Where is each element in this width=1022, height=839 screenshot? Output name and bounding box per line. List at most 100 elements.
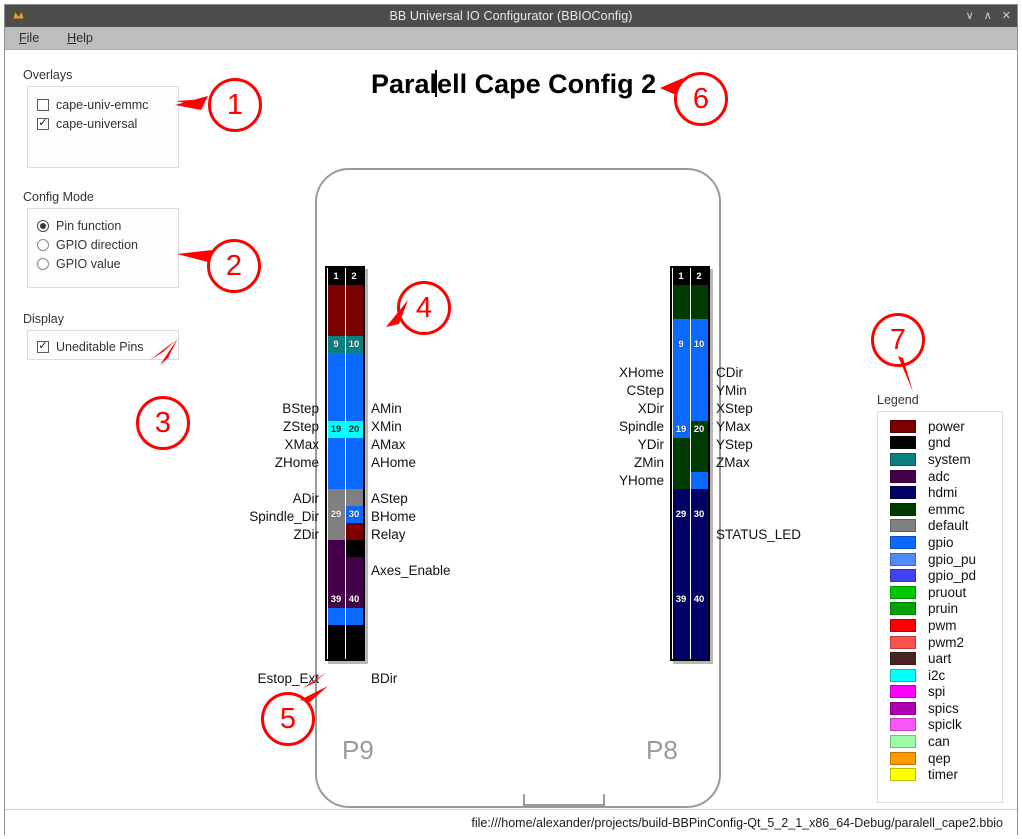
pin-cell-left[interactable] [327,523,345,540]
pin-row[interactable] [327,302,363,319]
pin-cell-right[interactable] [690,404,708,421]
pin-cell-left[interactable]: 19 [672,421,690,438]
pin-cell-right[interactable]: 20 [690,421,708,438]
pin-row[interactable]: 29 30 [672,506,708,523]
pin-cell-right[interactable] [345,319,363,336]
pin-cell-left[interactable]: 1 [327,268,345,285]
minimize-icon[interactable]: ∨ [966,10,974,22]
pin-cell-left[interactable] [672,489,690,506]
pin-cell-right[interactable] [345,489,363,506]
display-item-uneditable-pins[interactable]: ✓ Uneditable Pins [28,337,178,356]
pin-row[interactable] [672,370,708,387]
checkbox-cape-universal[interactable]: ✓ [37,117,49,130]
pin-cell-left[interactable]: 9 [327,336,345,353]
pin-cell-right[interactable] [690,455,708,472]
pin-cell-left[interactable] [672,455,690,472]
pin-row[interactable]: 19 20 [672,421,708,438]
pin-cell-right[interactable] [690,387,708,404]
pin-cell-left[interactable] [672,387,690,404]
pin-cell-left[interactable] [327,557,345,574]
pin-row[interactable] [672,608,708,625]
close-icon[interactable]: ✕ [1002,10,1011,22]
pin-cell-left[interactable] [327,489,345,506]
pin-row[interactable] [327,625,363,642]
pin-cell-left[interactable] [672,319,690,336]
radio-item-pin-function[interactable]: Pin function [28,216,178,235]
pin-row[interactable] [327,574,363,591]
pin-row[interactable] [327,642,363,659]
pin-cell-left[interactable] [672,353,690,370]
checkbox-uneditable-pins[interactable]: ✓ [37,340,49,353]
radio-gpio-value[interactable] [37,257,49,270]
pin-cell-right[interactable] [690,472,708,489]
pin-cell-right[interactable]: 2 [690,268,708,285]
pin-row[interactable]: 12 [672,268,708,285]
pin-cell-left[interactable]: 1 [672,268,690,285]
maximize-icon[interactable]: ∧ [984,10,992,22]
pin-cell-right[interactable] [690,557,708,574]
pin-row[interactable] [327,489,363,506]
pin-cell-right[interactable]: 2 [345,268,363,285]
pin-cell-left[interactable] [327,302,345,319]
pin-cell-right[interactable] [345,608,363,625]
pin-row[interactable] [672,319,708,336]
pin-cell-left[interactable]: 39 [327,591,345,608]
pin-cell-left[interactable] [672,404,690,421]
pin-row[interactable] [672,455,708,472]
pin-cell-right[interactable] [690,353,708,370]
pin-cell-right[interactable] [690,438,708,455]
pin-row[interactable]: 29 30 [327,506,363,523]
pin-row[interactable] [327,523,363,540]
checkbox-cape-univ-emmc[interactable] [37,98,49,111]
pin-row[interactable] [672,540,708,557]
pin-cell-right[interactable] [345,642,363,659]
pin-cell-right[interactable] [345,557,363,574]
pin-cell-left[interactable]: 29 [672,506,690,523]
pin-cell-left[interactable] [672,438,690,455]
overlay-item-cape-univ-emmc[interactable]: cape-univ-emmc [28,95,178,114]
pin-cell-right[interactable] [345,285,363,302]
pin-cell-right[interactable] [345,574,363,591]
pin-cell-right[interactable] [345,540,363,557]
pin-cell-left[interactable] [672,574,690,591]
pin-row[interactable]: 39 40 [672,591,708,608]
pin-cell-right[interactable] [690,523,708,540]
pin-cell-right[interactable]: 10 [690,336,708,353]
radio-gpio-direction[interactable] [37,238,49,251]
pin-cell-right[interactable]: 30 [690,506,708,523]
pin-row[interactable] [327,608,363,625]
pin-row[interactable] [327,319,363,336]
pin-cell-left[interactable] [327,540,345,557]
pin-row[interactable] [672,387,708,404]
pin-cell-left[interactable] [672,608,690,625]
pin-cell-right[interactable]: 40 [345,591,363,608]
pin-cell-left[interactable] [672,302,690,319]
pin-row[interactable] [672,472,708,489]
pin-cell-left[interactable] [327,574,345,591]
pin-row[interactable] [672,557,708,574]
pin-cell-right[interactable] [690,574,708,591]
pin-cell-right[interactable] [690,489,708,506]
page-title[interactable]: Paralell Cape Config 2 [371,69,656,100]
pin-cell-left[interactable] [672,472,690,489]
pin-row[interactable] [672,574,708,591]
radio-item-gpio-direction[interactable]: GPIO direction [28,235,178,254]
pin-cell-right[interactable] [690,370,708,387]
pin-row[interactable] [327,557,363,574]
pin-row[interactable]: 9 10 [672,336,708,353]
pin-cell-left[interactable] [672,642,690,659]
pin-row[interactable] [672,353,708,370]
pin-cell-left[interactable] [327,608,345,625]
pin-row[interactable] [327,285,363,302]
pin-cell-left[interactable] [672,370,690,387]
pin-header-p8[interactable]: 1 2 9 10 19 20 29 30 39 40 [670,266,710,661]
pin-cell-left[interactable] [327,625,345,642]
pin-cell-right[interactable] [690,302,708,319]
pin-row[interactable]: 9 10 [327,336,363,353]
pin-cell-right[interactable] [690,319,708,336]
menu-item-file[interactable]: File [19,31,39,45]
pin-row[interactable] [672,625,708,642]
menu-item-help[interactable]: Help [67,31,93,45]
pin-cell-left[interactable] [327,319,345,336]
pin-cell-left[interactable] [672,285,690,302]
